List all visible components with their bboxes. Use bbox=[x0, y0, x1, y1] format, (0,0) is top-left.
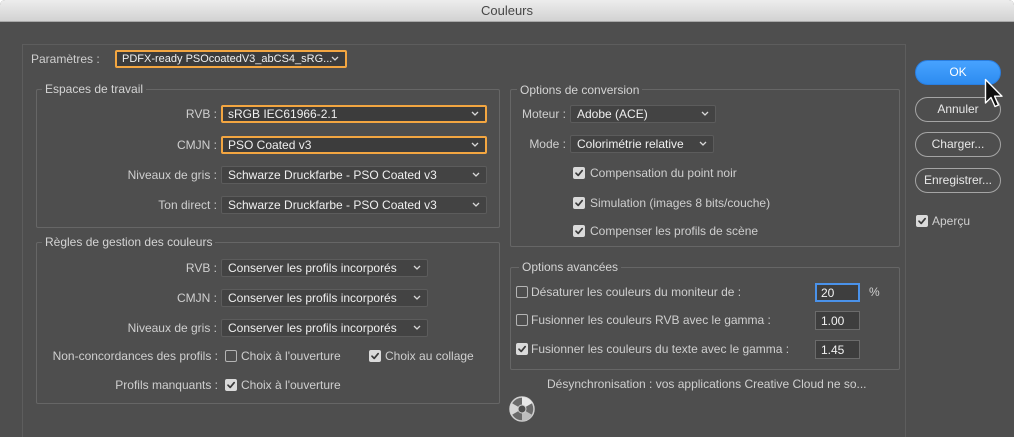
policy-cmyk-dropdown[interactable]: Conserver les profils incorporés bbox=[221, 289, 428, 307]
checkmark-icon bbox=[575, 227, 584, 235]
working-cmyk-label: CMJN : bbox=[177, 138, 217, 152]
working-rgb-value: sRGB IEC61966-2.1 bbox=[228, 107, 338, 121]
settings-label: Paramètres : bbox=[31, 52, 100, 66]
scene-profiles-label[interactable]: Compenser les profils de scène bbox=[590, 222, 758, 240]
color-sync-icon bbox=[509, 396, 535, 422]
preview-checkbox[interactable] bbox=[916, 215, 928, 227]
chevron-down-icon bbox=[331, 56, 339, 61]
working-gray-label: Niveaux de gris : bbox=[127, 168, 217, 182]
advanced-options-title: Options avancées bbox=[519, 260, 622, 274]
load-button[interactable]: Charger... bbox=[915, 132, 1001, 157]
black-point-compensation-checkbox[interactable] bbox=[573, 167, 585, 179]
mismatch-ask-pasting-label[interactable]: Choix au collage bbox=[385, 347, 474, 365]
policy-rgb-label: RVB : bbox=[185, 261, 217, 275]
desaturate-checkbox[interactable] bbox=[516, 286, 528, 298]
color-settings-dialog: Couleurs Paramètres : PDFX-ready PSOcoat… bbox=[0, 0, 1014, 437]
checkmark-icon bbox=[227, 381, 236, 389]
chevron-down-icon bbox=[413, 265, 421, 270]
color-policies-title: Règles de gestion des couleurs bbox=[42, 235, 216, 249]
chevron-down-icon bbox=[471, 111, 479, 116]
save-button[interactable]: Enregistrer... bbox=[915, 168, 1001, 193]
blend-text-label[interactable]: Fusionner les couleurs du texte avec le … bbox=[531, 340, 789, 358]
desaturate-unit: % bbox=[869, 285, 880, 299]
working-gray-value: Schwarze Druckfarbe - PSO Coated v3 bbox=[228, 168, 437, 182]
blend-rgb-checkbox[interactable] bbox=[516, 314, 528, 326]
engine-label: Moteur : bbox=[521, 107, 566, 121]
profile-mismatch-label: Non-concordances des profils : bbox=[52, 349, 218, 363]
working-gray-dropdown[interactable]: Schwarze Druckfarbe - PSO Coated v3 bbox=[221, 166, 487, 184]
chevron-down-icon bbox=[472, 172, 480, 177]
working-spot-label: Ton direct : bbox=[158, 198, 217, 212]
blend-text-gamma-input[interactable] bbox=[815, 340, 860, 359]
policy-cmyk-label: CMJN : bbox=[177, 291, 217, 305]
intent-label: Mode : bbox=[529, 137, 566, 151]
title-bar[interactable]: Couleurs bbox=[0, 0, 1014, 22]
policy-rgb-value: Conserver les profils incorporés bbox=[228, 261, 397, 275]
checkmark-icon bbox=[918, 217, 927, 225]
policy-gray-label: Niveaux de gris : bbox=[127, 321, 217, 335]
chevron-down-icon bbox=[471, 142, 479, 147]
working-cmyk-dropdown[interactable]: PSO Coated v3 bbox=[221, 136, 487, 154]
missing-profiles-label: Profils manquants : bbox=[115, 378, 218, 392]
black-point-compensation-label[interactable]: Compensation du point noir bbox=[590, 164, 737, 182]
engine-dropdown[interactable]: Adobe (ACE) bbox=[570, 105, 716, 123]
working-cmyk-value: PSO Coated v3 bbox=[228, 138, 312, 152]
missing-ask-opening-checkbox[interactable] bbox=[225, 379, 237, 391]
mismatch-ask-opening-checkbox[interactable] bbox=[225, 350, 237, 362]
mismatch-ask-opening-label[interactable]: Choix à l'ouverture bbox=[241, 347, 341, 365]
checkmark-icon bbox=[371, 352, 380, 360]
scene-profiles-checkbox[interactable] bbox=[573, 225, 585, 237]
dither-label[interactable]: Simulation (images 8 bits/couche) bbox=[590, 194, 770, 212]
policy-gray-value: Conserver les profils incorporés bbox=[228, 321, 397, 335]
chevron-down-icon bbox=[413, 325, 421, 330]
mismatch-ask-pasting-checkbox[interactable] bbox=[369, 350, 381, 362]
checkmark-icon bbox=[518, 345, 527, 353]
window-title: Couleurs bbox=[480, 3, 534, 18]
policy-gray-dropdown[interactable]: Conserver les profils incorporés bbox=[221, 319, 428, 337]
sync-status-message: Désynchronisation : vos applications Cre… bbox=[547, 377, 867, 391]
engine-value: Adobe (ACE) bbox=[577, 107, 648, 121]
working-rgb-dropdown[interactable]: sRGB IEC61966-2.1 bbox=[221, 105, 487, 123]
chevron-down-icon bbox=[701, 111, 709, 116]
intent-value: Colorimétrie relative bbox=[577, 137, 684, 151]
blend-rgb-gamma-input[interactable] bbox=[815, 311, 860, 330]
intent-dropdown[interactable]: Colorimétrie relative bbox=[570, 135, 714, 153]
policy-cmyk-value: Conserver les profils incorporés bbox=[228, 291, 397, 305]
missing-ask-opening-label[interactable]: Choix à l'ouverture bbox=[241, 376, 341, 394]
desaturate-input[interactable] bbox=[815, 283, 860, 302]
working-spot-dropdown[interactable]: Schwarze Druckfarbe - PSO Coated v3 bbox=[221, 196, 487, 214]
policy-rgb-dropdown[interactable]: Conserver les profils incorporés bbox=[221, 259, 428, 277]
working-rgb-label: RVB : bbox=[185, 107, 217, 121]
blend-rgb-label[interactable]: Fusionner les couleurs RVB avec le gamma… bbox=[531, 311, 771, 329]
preview-label[interactable]: Aperçu bbox=[932, 212, 970, 230]
conversion-options-title: Options de conversion bbox=[517, 83, 643, 97]
settings-preset-value: PDFX-ready PSOcoatedV3_abCS4_sRG... bbox=[122, 53, 333, 65]
desaturate-label[interactable]: Désaturer les couleurs du moniteur de : bbox=[531, 283, 741, 301]
dither-checkbox[interactable] bbox=[573, 197, 585, 209]
working-spot-value: Schwarze Druckfarbe - PSO Coated v3 bbox=[228, 198, 437, 212]
settings-preset-dropdown[interactable]: PDFX-ready PSOcoatedV3_abCS4_sRG... bbox=[115, 50, 347, 68]
blend-text-checkbox[interactable] bbox=[516, 343, 528, 355]
checkmark-icon bbox=[575, 169, 584, 177]
checkmark-icon bbox=[575, 199, 584, 207]
working-spaces-title: Espaces de travail bbox=[42, 82, 147, 96]
pointer-cursor-icon bbox=[984, 78, 1003, 108]
chevron-down-icon bbox=[413, 295, 421, 300]
chevron-down-icon bbox=[699, 141, 707, 146]
chevron-down-icon bbox=[472, 202, 480, 207]
